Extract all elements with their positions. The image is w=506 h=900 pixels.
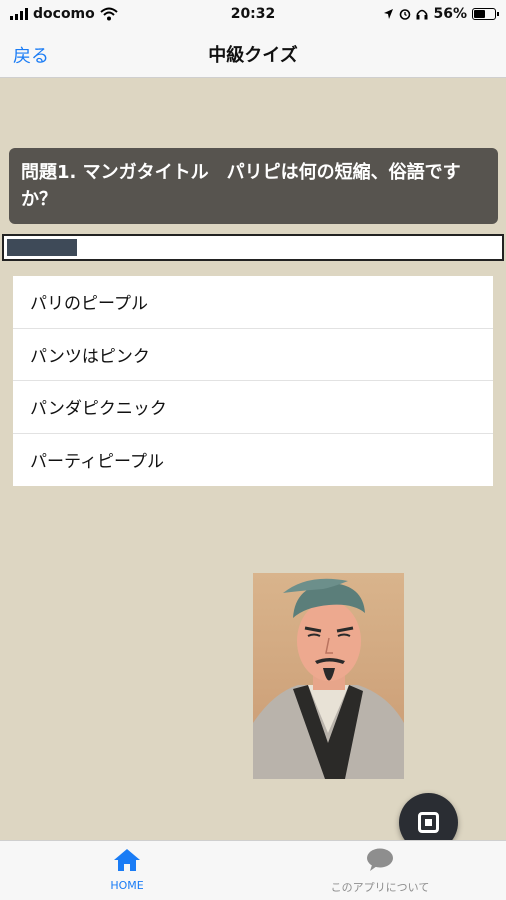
status-time: 20:32 — [230, 6, 276, 22]
portrait-image — [253, 573, 404, 779]
question-text: 問題1. マンガタイトル パリピは何の短縮、俗語ですか？ — [21, 162, 461, 210]
chat-bubble-icon — [367, 848, 393, 871]
progress-bar — [2, 234, 504, 261]
nav-bar: 戻る 中級クイズ — [0, 28, 506, 78]
page-title: 中級クイズ — [208, 45, 298, 66]
battery-icon — [472, 8, 499, 20]
answer-option-3[interactable]: パンダピクニック — [13, 381, 493, 434]
tab-bar: HOME このアプリについて — [0, 840, 506, 900]
tab-home[interactable]: HOME — [57, 847, 197, 892]
status-bar: docomo 20:32 56% — [0, 0, 506, 28]
answer-list: パリのピープル パンツはピンク パンダピクニック パーティピープル — [13, 276, 493, 486]
home-icon — [114, 849, 140, 871]
tab-about[interactable]: このアプリについて — [310, 847, 450, 895]
stop-icon — [418, 812, 439, 833]
progress-fill — [7, 239, 77, 256]
answer-option-1[interactable]: パリのピープル — [13, 276, 493, 329]
question-box: 問題1. マンガタイトル パリピは何の短縮、俗語ですか？ — [9, 148, 498, 224]
tab-about-label: このアプリについて — [330, 881, 430, 894]
answer-option-2[interactable]: パンツはピンク — [13, 329, 493, 381]
answer-option-4[interactable]: パーティピープル — [13, 434, 493, 487]
tab-home-label: HOME — [110, 879, 144, 892]
